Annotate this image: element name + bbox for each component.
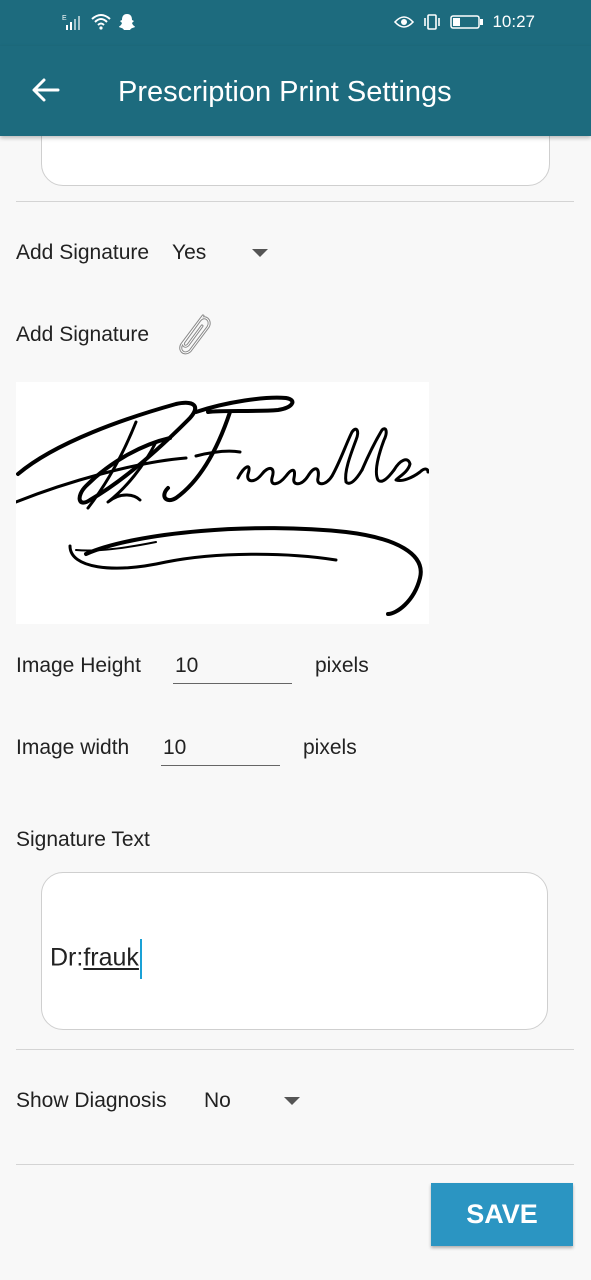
text-cursor (139, 939, 142, 979)
chevron-down-icon (252, 249, 268, 257)
status-right-icons: 10:27 (394, 12, 535, 32)
image-width-input[interactable]: 10 (161, 730, 280, 766)
image-height-label: Image Height (16, 654, 141, 677)
show-diagnosis-label: Show Diagnosis (16, 1089, 167, 1112)
status-left-icons: E (62, 12, 136, 32)
eye-icon (394, 16, 415, 28)
divider (16, 1049, 574, 1050)
chevron-down-icon (284, 1097, 300, 1105)
arrow-left-icon[interactable] (30, 74, 62, 106)
save-button[interactable]: SAVE (431, 1183, 573, 1246)
divider (16, 1164, 574, 1165)
signature-text-prefix: Dr: (50, 943, 84, 972)
svg-text:E: E (62, 15, 67, 22)
signature-text-input[interactable]: Dr:frauk (41, 872, 548, 1030)
app-bar: Prescription Print Settings (0, 46, 591, 136)
signature-text-label: Signature Text (16, 828, 150, 851)
battery-icon (450, 15, 484, 29)
show-diagnosis-dropdown[interactable]: No (202, 1082, 312, 1120)
divider (16, 201, 574, 202)
image-width-unit: pixels (303, 736, 357, 759)
snapchat-icon (119, 14, 135, 30)
signature-text-word: frauk (83, 943, 139, 972)
image-height-input[interactable]: 10 (173, 648, 292, 684)
add-signature-value: Yes (172, 241, 207, 264)
show-diagnosis-value: No (204, 1089, 231, 1112)
image-height-unit: pixels (315, 654, 369, 677)
page-title: Prescription Print Settings (118, 76, 452, 108)
image-width-label: Image width (16, 736, 130, 759)
status-time: 10:27 (492, 12, 535, 31)
signature-text-value: Dr:frauk (50, 939, 142, 979)
add-signature-label: Add Signature (16, 241, 150, 264)
add-signature-attach-label: Add Signature (16, 323, 150, 346)
wifi-icon (91, 14, 111, 30)
signal-icon: E (62, 15, 80, 30)
vibrate-icon (424, 14, 441, 30)
signature-drawing (14, 395, 430, 616)
signature-image (14, 382, 430, 624)
add-signature-dropdown[interactable]: Yes (170, 234, 280, 272)
paperclip-icon[interactable] (170, 310, 216, 360)
status-bar: E 10:27 (0, 0, 591, 46)
